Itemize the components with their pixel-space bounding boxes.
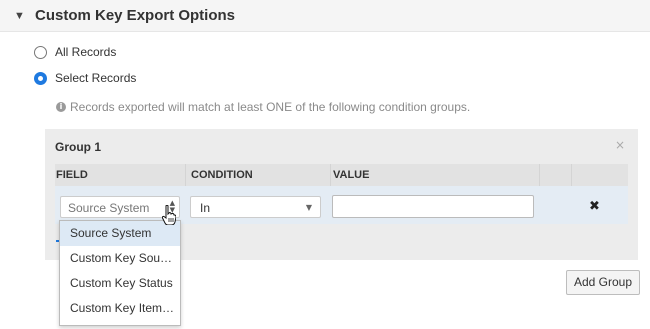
radio-all-records[interactable]: All Records: [34, 43, 116, 61]
section-header[interactable]: ▼ Custom Key Export Options: [0, 0, 650, 32]
radio-select-records-button[interactable]: [34, 71, 47, 85]
conditions-table-header: FIELD CONDITION VALUE: [55, 164, 628, 186]
hand-cursor-icon: [162, 205, 176, 225]
radio-all-records-button[interactable]: [34, 45, 47, 59]
group-close-icon[interactable]: ×: [615, 138, 625, 152]
dropdown-option[interactable]: Custom Key Item…: [60, 296, 180, 321]
chevron-down-icon: ▼: [305, 203, 312, 212]
group-title: Group 1: [55, 140, 102, 154]
dropdown-option[interactable]: Custom Key Sou…: [60, 246, 180, 271]
radio-select-records-label[interactable]: Select Records: [55, 71, 136, 85]
condition-select-value: In: [200, 201, 211, 215]
add-group-button[interactable]: Add Group: [566, 270, 640, 295]
column-header-condition: CONDITION: [191, 169, 253, 181]
condition-select[interactable]: In ▼: [190, 196, 321, 218]
column-header-value: VALUE: [333, 169, 370, 181]
radio-all-records-label[interactable]: All Records: [55, 45, 116, 59]
column-header-field: FIELD: [56, 169, 88, 181]
radio-select-records[interactable]: Select Records: [34, 69, 136, 87]
info-text: Records exported will match at least ONE…: [70, 100, 471, 114]
field-dropdown-menu: Source System Custom Key Sou… Custom Key…: [59, 220, 181, 326]
info-icon: i: [56, 102, 66, 112]
section-title: Custom Key Export Options: [35, 7, 236, 24]
dropdown-option[interactable]: Custom Key Status: [60, 271, 180, 296]
collapse-caret-icon[interactable]: ▼: [14, 10, 25, 22]
delete-row-icon[interactable]: ✖: [589, 199, 600, 214]
info-message: i Records exported will match at least O…: [56, 100, 470, 114]
value-input[interactable]: [332, 195, 534, 218]
field-select-value: Source System: [68, 201, 150, 215]
